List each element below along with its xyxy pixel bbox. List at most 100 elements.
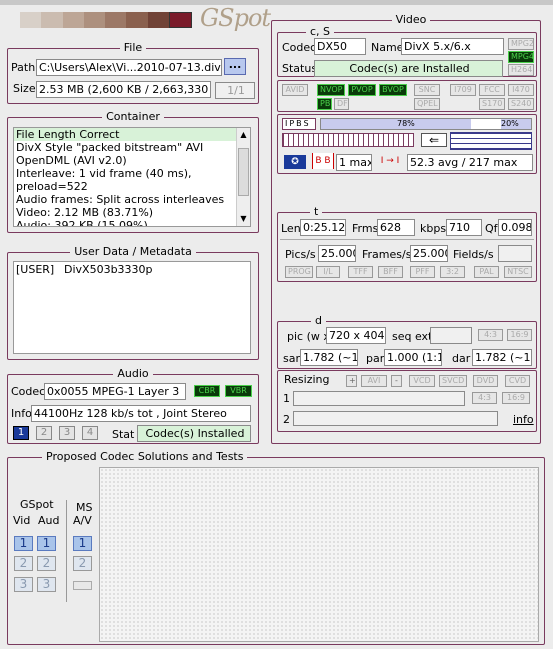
audio-track-1[interactable]: 1 [13, 426, 29, 440]
iframe-marker: I → I [380, 156, 400, 166]
gspot-vid-3[interactable]: 3 [14, 577, 33, 592]
path-field[interactable]: C:\Users\Alex\Vi...2010-07-13.divx [36, 59, 222, 76]
mode-il: I/L [316, 266, 340, 278]
bitrate-graph [450, 132, 532, 150]
d-label: d [311, 314, 326, 327]
scroll-up-arrow-icon[interactable]: ▲ [237, 128, 250, 142]
divx-logo-icon: ✪ [284, 155, 306, 169]
resize-row-1-label: 1 [283, 392, 290, 405]
dar-label: dar [452, 352, 471, 365]
pics-label: Pics/s [285, 248, 316, 261]
resize-row-1-field [293, 391, 465, 406]
av-label: A/V [73, 514, 92, 527]
gspot-aud-1[interactable]: 1 [37, 536, 56, 551]
container-scrollbar[interactable]: ▲ ▼ [236, 128, 250, 226]
bvop-flag: BVOP [379, 84, 407, 96]
fields-field [498, 245, 532, 262]
ms-av-1[interactable]: 1 [73, 536, 92, 551]
nvop-flag: NVOP [317, 84, 345, 96]
len-label: Len [281, 222, 301, 235]
t-label: t [310, 205, 323, 218]
gspot-aud-2[interactable]: 2 [37, 556, 56, 571]
divider [280, 239, 534, 240]
qpel-flag: QPEL [414, 98, 440, 110]
browse-button[interactable]: ... [224, 58, 246, 75]
resize-row-2-field [293, 411, 498, 426]
color-swatches [20, 12, 192, 28]
container-info-list[interactable]: File Length Correct DivX Style "packed b… [13, 127, 251, 227]
mode-tff: TFF [348, 266, 373, 278]
resize-plus-button[interactable]: + [346, 375, 357, 387]
mode-pff: PFF [410, 266, 435, 278]
resize-minus-button[interactable]: - [391, 375, 402, 387]
mode-bff: BFF [378, 266, 403, 278]
ratio-43-top: 4:3 [478, 329, 503, 341]
size-field: 2.53 MB (2,600 KB / 2,663,330 byte [36, 81, 211, 98]
resize-svcd-button[interactable]: SVCD [439, 375, 467, 387]
audio-codec-label: Codec [11, 385, 46, 398]
swatch [20, 12, 42, 28]
swatch [62, 12, 84, 28]
gspot-vid-2[interactable]: 2 [14, 556, 33, 571]
info-link[interactable]: info [513, 413, 534, 427]
qf-field: 0.098 [498, 219, 532, 236]
mode-pal: PAL [474, 266, 499, 278]
ms-av-2[interactable]: 2 [73, 556, 92, 571]
resize-row-2-label: 2 [283, 413, 290, 426]
ratio-169-bottom: 16:9 [502, 392, 530, 404]
size-label: Size [13, 82, 36, 95]
frame-type-bar: 78% 20% [320, 118, 532, 130]
audio-stat-label: Stat [112, 428, 135, 441]
len-field: 0:25.120 [300, 219, 346, 236]
pics-field: 25.000 [318, 245, 356, 262]
ms-av-3-placeholder [73, 581, 92, 590]
swatch [126, 12, 148, 28]
swatch [147, 12, 169, 28]
scroll-thumb[interactable] [238, 148, 249, 196]
snc-flag: SNC [414, 84, 440, 96]
scroll-down-arrow-icon[interactable]: ▼ [237, 212, 250, 226]
gop-slider[interactable]: ⇐ [421, 133, 447, 147]
app-logo: GSpot [200, 4, 271, 32]
fields-label: Fields/s [453, 248, 494, 261]
mpg2-tag: MPG2 [508, 38, 534, 50]
video-name-label: Name [371, 41, 404, 54]
video-status-label: Status [282, 62, 318, 75]
pvop-flag: PVOP [348, 84, 376, 96]
frames-field: 25.000 [410, 245, 448, 262]
ratio-43-bottom: 4:3 [472, 392, 497, 404]
video-status-field: Codec(s) are Installed [314, 60, 503, 77]
container-line: Interleave: 1 vid frame (40 ms), preload… [16, 167, 192, 193]
audio-info-label: Info [11, 407, 32, 420]
ms-label: MS [76, 501, 93, 514]
gspot-aud-3[interactable]: 3 [37, 577, 56, 592]
metadata-group-title: User Data / Metadata [70, 245, 196, 258]
fcc-flag: FCC [479, 84, 505, 96]
audio-track-3[interactable]: 3 [59, 426, 75, 440]
resize-vcd-button[interactable]: VCD [409, 375, 435, 387]
resize-avi-button[interactable]: AVI [361, 375, 387, 387]
audio-track-2[interactable]: 2 [36, 426, 52, 440]
audio-track-4[interactable]: 4 [82, 426, 98, 440]
frames-label: Frames/s [362, 248, 412, 261]
metadata-box[interactable]: [USER] DivX503b3330p [13, 261, 251, 354]
audio-stat-field: Codec(s) Installed [137, 425, 251, 442]
s170-flag: S170 [479, 98, 505, 110]
pb-flag: PB [317, 98, 332, 110]
par-field: 1.000 (1:1) [384, 349, 442, 366]
resize-cvd-button[interactable]: CVD [505, 375, 530, 387]
df-flag: DF [334, 98, 349, 110]
s240-flag: S240 [508, 98, 534, 110]
container-line: DivX Style "packed bitstream" AVI [16, 141, 204, 154]
frms-label: Frms [352, 222, 379, 235]
cs-label: c, S [306, 25, 335, 38]
bframe-max-field: 1 max [336, 154, 372, 171]
seqext-label: seq ext [392, 330, 433, 343]
gop-pattern [282, 133, 414, 147]
pic-label: pic (w x [287, 330, 330, 343]
gspot-vid-1[interactable]: 1 [14, 536, 33, 551]
codec-solutions-panel[interactable] [99, 467, 539, 642]
codec-solutions-title: Proposed Codec Solutions and Tests [42, 450, 248, 463]
resize-dvd-button[interactable]: DVD [473, 375, 498, 387]
swatch [168, 12, 192, 28]
